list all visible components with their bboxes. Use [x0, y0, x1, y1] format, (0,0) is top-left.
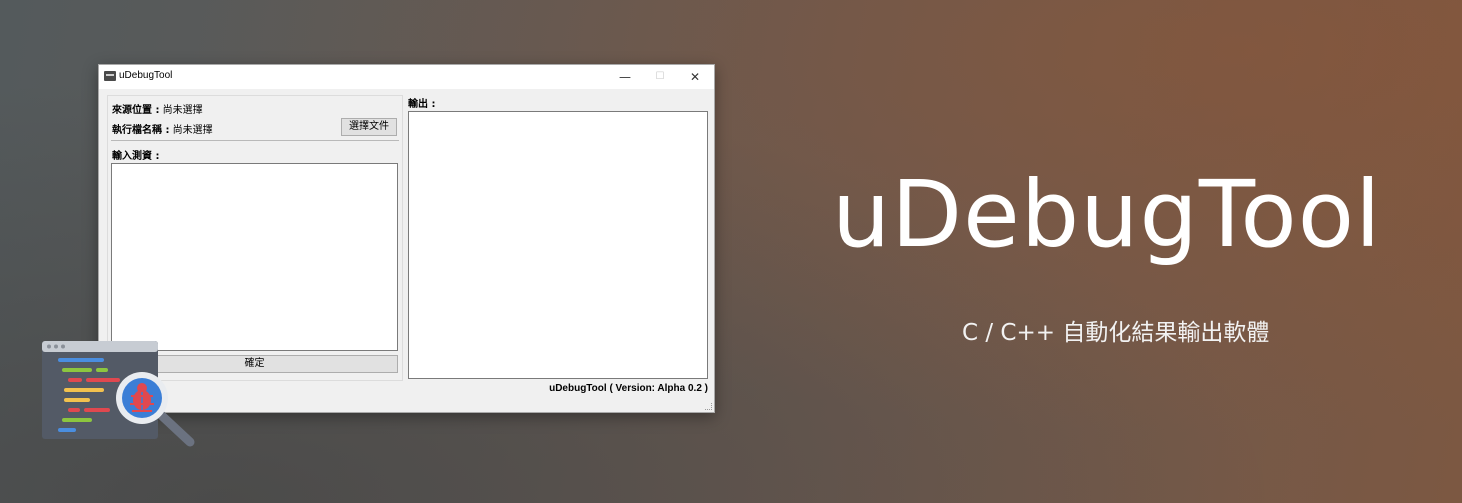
app-window-icon: [104, 71, 116, 81]
executable-name-row: 執行檔名稱 : 尚未選擇: [112, 121, 213, 136]
input-test-data-label: 輸入測資 :: [112, 151, 160, 162]
executable-name-value: 尚未選擇: [172, 125, 213, 136]
source-location-label: 來源位置 :: [112, 105, 160, 116]
resize-grip-icon[interactable]: [705, 403, 712, 410]
close-button[interactable]: ✕: [677, 65, 713, 89]
code-bug-magnifier-icon: [42, 341, 195, 447]
hero-title: uDebugTool: [832, 161, 1382, 268]
output-label-wrap: 輸出 :: [408, 95, 435, 110]
title-bar[interactable]: uDebugTool — ☐ ✕: [99, 65, 714, 89]
output-textarea[interactable]: [408, 111, 708, 379]
minimize-button[interactable]: —: [607, 65, 643, 89]
choose-file-button[interactable]: 選擇文件: [341, 118, 397, 136]
output-label: 輸出 :: [408, 99, 436, 110]
maximize-button[interactable]: ☐: [642, 65, 678, 89]
executable-name-label: 執行檔名稱 :: [112, 125, 170, 136]
hero-subtitle: C / C++ 自動化結果輸出軟體: [962, 320, 1270, 346]
source-location-row: 來源位置 : 尚未選擇: [112, 101, 203, 116]
input-label-wrap: 輸入測資 :: [112, 147, 159, 162]
window-title: uDebugTool: [119, 70, 173, 81]
source-location-value: 尚未選擇: [162, 105, 203, 116]
input-test-data-textarea[interactable]: [111, 163, 398, 351]
version-text: uDebugTool ( Version: Alpha 0.2 ): [549, 383, 708, 394]
divider: [111, 140, 399, 141]
